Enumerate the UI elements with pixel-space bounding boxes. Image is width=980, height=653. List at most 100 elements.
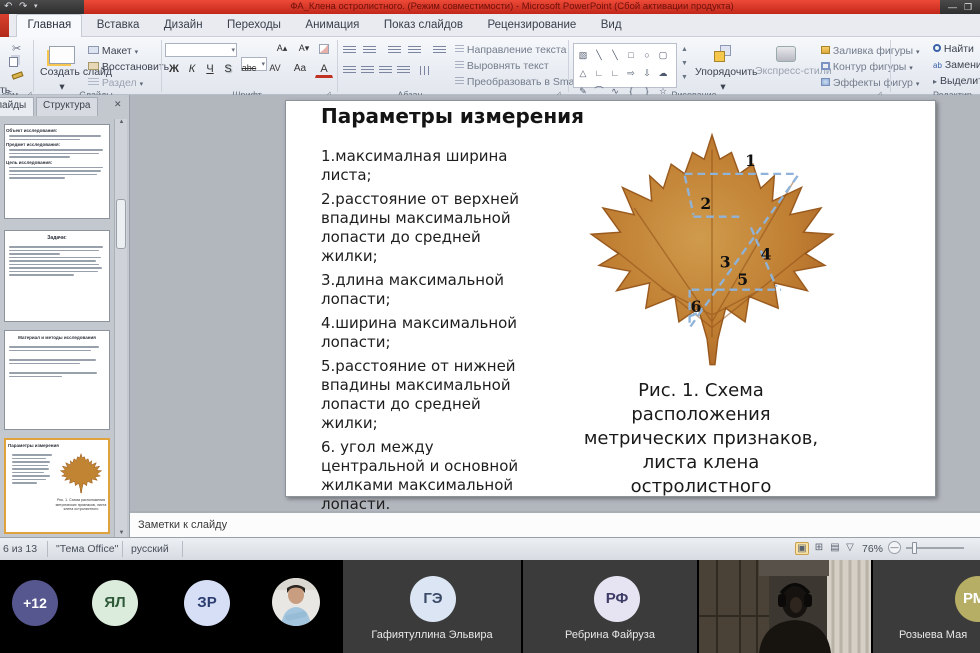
file-tab-sliver[interactable] bbox=[0, 14, 9, 37]
tab-view[interactable]: Вид bbox=[591, 15, 632, 38]
bold-button[interactable]: Ж bbox=[165, 62, 183, 76]
notes-pane[interactable]: Заметки к слайду bbox=[130, 511, 980, 537]
replace-icon: ab bbox=[933, 61, 942, 70]
shape-fill-button[interactable]: Заливка фигуры ▾ bbox=[821, 45, 920, 57]
grow-font-button[interactable]: A▴ bbox=[271, 42, 293, 55]
replace-button[interactable]: ab Заменить bbox=[933, 59, 980, 71]
slide-body-text[interactable]: 1.максималная ширина листа; 2.расстояние… bbox=[321, 147, 536, 519]
find-button[interactable]: Найти bbox=[933, 43, 974, 55]
sidebar-scrollbar[interactable]: ▲ ▼ bbox=[114, 119, 127, 537]
tab-home[interactable]: Главная bbox=[16, 14, 82, 37]
figure-label-4: 4 bbox=[761, 245, 772, 264]
view-slideshow-button[interactable]: ▽ bbox=[843, 542, 857, 553]
zoom-out-button[interactable]: — bbox=[888, 541, 901, 554]
zoom-level[interactable]: 76% bbox=[862, 543, 883, 555]
bullets-icon[interactable] bbox=[343, 46, 356, 55]
align-left-icon[interactable] bbox=[343, 66, 356, 75]
slide-thumbnail-1[interactable]: Объект исследования: Предмет исследовани… bbox=[4, 124, 110, 219]
change-case-button[interactable]: Aa bbox=[289, 62, 311, 75]
participant-photo-avatar[interactable] bbox=[272, 578, 320, 626]
participant-tile[interactable]: РМ Розыева Мая bbox=[873, 560, 980, 653]
reset-button[interactable]: Восстановить bbox=[88, 61, 169, 73]
clear-formatting-icon[interactable] bbox=[319, 44, 329, 54]
select-button[interactable]: ▸ Выделить bbox=[933, 75, 980, 87]
character-spacing-button[interactable]: AV bbox=[263, 62, 287, 74]
underline-button[interactable]: Ч bbox=[201, 62, 219, 76]
qat-more-icon[interactable]: ▾ bbox=[34, 0, 38, 13]
scroll-down-icon[interactable]: ▼ bbox=[115, 530, 128, 536]
redo-icon[interactable]: ↷ bbox=[19, 0, 27, 13]
numbering-icon[interactable] bbox=[363, 46, 376, 55]
leaf-figure-image[interactable]: 1 2 3 4 5 6 bbox=[566, 115, 858, 369]
view-reading-button[interactable]: ▤ bbox=[828, 542, 842, 553]
font-color-button[interactable]: A bbox=[315, 62, 333, 78]
tab-slideshow[interactable]: Показ слайдов bbox=[374, 15, 473, 38]
cut-icon[interactable]: ✂ bbox=[12, 42, 21, 55]
tab-outline[interactable]: Структура bbox=[36, 97, 98, 116]
figure-caption[interactable]: Рис. 1. Схема расположения метрических п… bbox=[582, 379, 820, 499]
slide-title[interactable]: Параметры измерения bbox=[321, 104, 584, 128]
arrange-icon bbox=[714, 45, 732, 63]
shape-outline-button[interactable]: Контур фигуры ▾ bbox=[821, 61, 913, 73]
scrollbar-thumb[interactable] bbox=[116, 199, 126, 249]
tab-insert[interactable]: Вставка bbox=[87, 15, 150, 38]
participant-tile[interactable]: ГЭ Гафиятуллина Эльвира bbox=[343, 560, 521, 653]
tab-slides-thumbnails[interactable]: Слайды bbox=[0, 97, 34, 116]
tab-animations[interactable]: Анимация bbox=[295, 15, 369, 38]
italic-button[interactable]: К bbox=[183, 62, 201, 76]
text-direction-button[interactable]: Направление текста bbox=[455, 44, 566, 56]
shapes-gallery[interactable]: ▧╲╲□○▢△∟∟⇨⇩☁✎⌒∿{}☆ bbox=[573, 43, 677, 88]
quick-styles-button[interactable]: Экспресс-стили bbox=[755, 43, 817, 76]
participant-overflow-badge[interactable]: +12 bbox=[12, 580, 58, 626]
divider bbox=[568, 40, 569, 92]
select-icon: ▸ bbox=[933, 77, 937, 86]
participant-tile[interactable]: РФ Ребрина Файруза bbox=[523, 560, 697, 653]
slide-thumbnail-3[interactable]: Материал и методы исследования bbox=[4, 330, 110, 430]
slide-canvas[interactable]: Параметры измерения 1.максималная ширина… bbox=[285, 100, 936, 497]
undo-icon[interactable]: ↶ bbox=[4, 0, 12, 13]
copy-icon[interactable] bbox=[9, 57, 18, 67]
divider bbox=[33, 40, 34, 92]
text-shadow-button[interactable]: S bbox=[219, 62, 237, 76]
shapes-scroll-down-icon[interactable]: ▼ bbox=[681, 60, 688, 67]
view-slide-sorter-button[interactable]: ⊞ bbox=[812, 542, 826, 553]
tab-transitions[interactable]: Переходы bbox=[217, 15, 291, 38]
quick-styles-icon bbox=[776, 46, 796, 62]
shapes-scroll-up-icon[interactable]: ▲ bbox=[681, 46, 688, 53]
participant-avatar[interactable]: ЗР bbox=[184, 580, 230, 626]
layout-button[interactable]: Макет ▾ bbox=[88, 45, 138, 57]
font-name-combo[interactable]: ▾ bbox=[165, 43, 237, 57]
line-spacing-icon[interactable] bbox=[433, 46, 446, 55]
language-indicator[interactable]: русский bbox=[131, 543, 169, 555]
shrink-font-button[interactable]: A▾ bbox=[293, 42, 315, 55]
decrease-indent-icon[interactable] bbox=[388, 46, 401, 55]
align-right-icon[interactable] bbox=[379, 66, 392, 75]
section-button[interactable]: Раздел ▾ bbox=[88, 77, 143, 89]
minimize-button[interactable]: — bbox=[948, 0, 957, 14]
slide-thumbnail-2[interactable]: Задачи: bbox=[4, 230, 110, 322]
arrange-button[interactable]: Упорядочить ▾ bbox=[695, 43, 751, 95]
shape-effects-button[interactable]: Эффекты фигур ▾ bbox=[821, 77, 919, 89]
tab-design[interactable]: Дизайн bbox=[154, 15, 213, 38]
align-justify-icon[interactable] bbox=[397, 66, 410, 75]
strikethrough-button[interactable]: abc bbox=[237, 62, 261, 74]
columns-icon[interactable] bbox=[420, 66, 432, 75]
divider bbox=[890, 40, 891, 92]
view-normal-button[interactable]: ▣ bbox=[795, 542, 809, 555]
format-painter-icon[interactable] bbox=[11, 71, 23, 79]
participant-video-tile[interactable] bbox=[699, 560, 871, 653]
new-slide-button[interactable]: Создать слайд ▾ bbox=[40, 44, 84, 94]
zoom-slider-thumb[interactable] bbox=[912, 542, 917, 554]
maximize-button[interactable]: ❐ bbox=[964, 0, 972, 14]
increase-indent-icon[interactable] bbox=[408, 46, 421, 55]
new-slide-icon bbox=[49, 46, 75, 64]
align-center-icon[interactable] bbox=[361, 66, 374, 75]
align-text-button[interactable]: Выровнять текст bbox=[455, 60, 549, 72]
close-panel-icon[interactable]: ✕ bbox=[114, 99, 122, 110]
figure-label-1: 1 bbox=[745, 151, 756, 170]
shapes-more-icon[interactable]: ▼ bbox=[681, 74, 688, 81]
tab-review[interactable]: Рецензирование bbox=[478, 15, 587, 38]
participant-avatar[interactable]: ЯЛ bbox=[92, 580, 138, 626]
scroll-up-icon[interactable]: ▲ bbox=[115, 119, 128, 125]
slide-thumbnail-4-selected[interactable]: Параметры измерения Рис. 1. Схема распол… bbox=[4, 438, 110, 534]
